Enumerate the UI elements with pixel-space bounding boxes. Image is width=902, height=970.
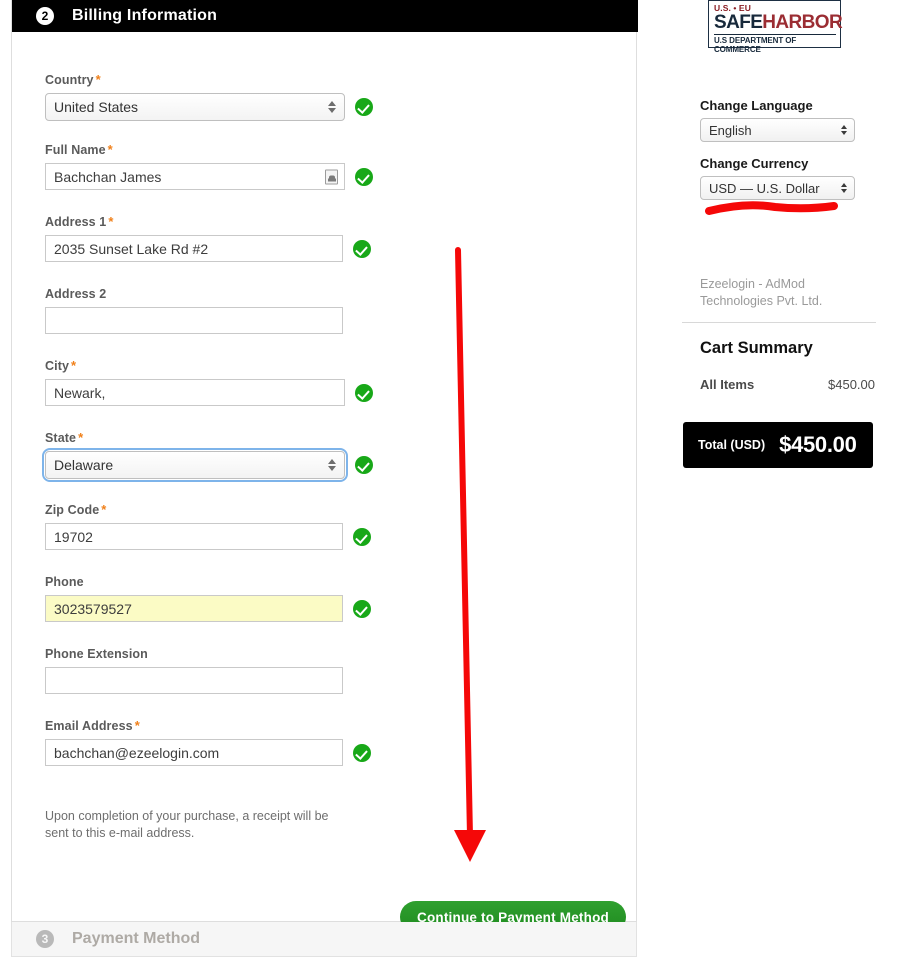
valid-check-icon-city (355, 383, 373, 402)
step-header: 2 Billing Information (12, 0, 638, 32)
phone-extension-input[interactable] (45, 667, 343, 694)
city-input[interactable] (45, 379, 345, 406)
valid-check-icon-address1 (353, 239, 371, 258)
zip-input[interactable] (45, 523, 343, 550)
country-select-wrap: United States (45, 93, 345, 121)
cart-all-items-row: All Items $450.00 (700, 377, 875, 392)
required-asterisk: * (107, 142, 113, 157)
safeharbor-bottom-text: U.S DEPARTMENT OF COMMERCE (714, 33, 836, 54)
label-address1: Address 1 * (45, 214, 114, 229)
step3-payment-method-section[interactable]: 3 Payment Method (11, 922, 637, 957)
valid-check-icon-country (355, 98, 373, 116)
company-name: Ezeelogin - AdMod Technologies Pvt. Ltd. (700, 277, 823, 308)
label-state: State * (45, 430, 84, 445)
required-asterisk: * (108, 214, 114, 229)
label-country: Country * (45, 72, 101, 87)
required-asterisk: * (134, 718, 140, 733)
state-select-wrap: Delaware (42, 448, 348, 482)
label-zip: Zip Code * (45, 502, 107, 517)
cart-total-value: $450.00 (779, 432, 857, 457)
valid-check-icon-email (353, 743, 371, 762)
billing-information-panel: 2 Billing Information Country * United St… (11, 0, 638, 933)
field-phone-extension: Phone Extension (45, 646, 343, 694)
label-address2: Address 2 (45, 287, 107, 301)
change-currency-label: Change Currency (700, 156, 809, 171)
required-asterisk: * (78, 430, 84, 445)
valid-check-icon-phone (353, 599, 371, 618)
full-name-input[interactable] (45, 163, 345, 190)
state-select[interactable]: Delaware (45, 451, 345, 479)
phone-input[interactable] (45, 595, 343, 622)
safe-harbor-badge-icon: U.S. • EU SAFEHARBOR U.S DEPARTMENT OF C… (708, 0, 843, 54)
email-input[interactable] (45, 739, 343, 766)
field-email: Email Address * (45, 718, 371, 766)
language-select[interactable]: English (700, 118, 855, 142)
address1-input[interactable] (45, 235, 343, 262)
country-select[interactable]: United States (45, 93, 345, 121)
autofill-contact-card-icon[interactable] (325, 169, 338, 184)
field-country: Country * United States (45, 72, 373, 121)
required-asterisk: * (101, 502, 107, 517)
change-language-label: Change Language (700, 98, 813, 113)
field-address1: Address 1 * (45, 214, 371, 262)
required-asterisk: * (95, 72, 101, 87)
cart-all-items-value: $450.00 (828, 377, 875, 392)
valid-check-icon-zip (353, 527, 371, 546)
label-city: City * (45, 358, 77, 373)
currency-select[interactable]: USD — U.S. Dollar (700, 176, 855, 200)
language-select-wrap: English (700, 118, 855, 142)
address2-input[interactable] (45, 307, 343, 334)
safeharbor-wordmark: SAFEHARBOR (714, 12, 843, 33)
field-address2: Address 2 (45, 286, 343, 334)
cart-total-bar: Total (USD) $450.00 (683, 422, 873, 468)
step3-number-badge: 3 (36, 930, 54, 948)
currency-select-wrap: USD — U.S. Dollar (700, 176, 855, 200)
cart-total-label: Total (USD) (698, 438, 766, 452)
sidebar-divider (682, 322, 876, 323)
email-receipt-note: Upon completion of your purchase, a rece… (45, 809, 329, 841)
field-state: State * Delaware (42, 430, 373, 482)
field-phone: Phone (45, 574, 371, 622)
valid-check-icon-full-name (355, 167, 373, 186)
label-phone-extension: Phone Extension (45, 647, 148, 661)
step3-title: Payment Method (72, 930, 201, 947)
label-email: Email Address * (45, 718, 140, 733)
cart-summary-title: Cart Summary (700, 339, 813, 357)
field-city: City * (45, 358, 373, 406)
field-full-name: Full Name * (45, 142, 373, 190)
annotation-underline-currency (705, 201, 838, 215)
valid-check-icon-state (355, 456, 373, 474)
required-asterisk: * (71, 358, 77, 373)
page-title: Billing Information (72, 7, 218, 24)
label-full-name: Full Name * (45, 142, 113, 157)
cart-all-items-label: All Items (700, 377, 755, 392)
label-phone: Phone (45, 575, 84, 589)
step-number-badge: 2 (36, 7, 54, 25)
field-zip: Zip Code * (45, 502, 371, 550)
